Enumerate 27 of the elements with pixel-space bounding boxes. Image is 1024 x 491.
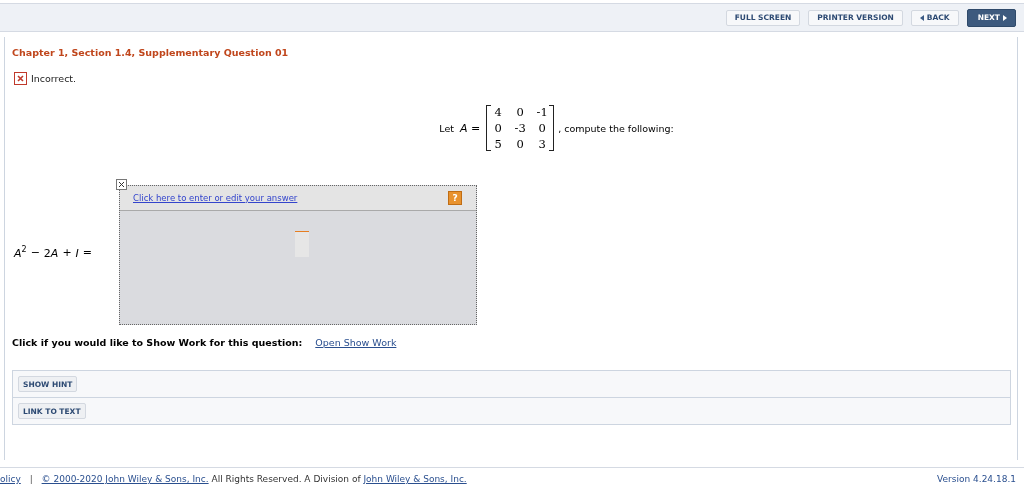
matrix-entry: -3 (513, 121, 527, 135)
footer-link[interactable]: John Wiley & Sons, Inc. (363, 474, 467, 484)
question-title: Chapter 1, Section 1.4, Supplementary Question 01 (12, 47, 290, 58)
matrix-entry: 0 (515, 105, 525, 119)
prompt-text: Let (439, 122, 454, 134)
show-work-label: Click if you would like to Show Work for this question: (12, 337, 303, 348)
edit-answer-link[interactable]: Click here to enter or edit your answer (133, 193, 298, 203)
footer-link[interactable]: olicy (0, 474, 21, 484)
footer-link[interactable]: © 2000-2020 John Wiley & Sons, Inc. (41, 474, 209, 484)
result-text: Incorrect. (31, 73, 77, 84)
right-triangle-icon (1003, 14, 1007, 21)
open-show-work-link[interactable]: Open Show Work (315, 337, 397, 348)
matrix-entry: 3 (537, 137, 547, 151)
version-text: Version 4.24.18.1 (937, 474, 1016, 484)
copyright-text: olicy | © 2000-2020 John Wiley & Sons, Inc. All Rights Reserved. A Division of John Wiley & Sons, Inc. (0, 474, 467, 484)
matrix-entry: 0 (537, 121, 547, 135)
matrix-variable: A = (459, 121, 481, 135)
close-icon[interactable] (116, 179, 127, 190)
answer-input[interactable] (295, 231, 309, 257)
matrix-entry: 0 (493, 121, 503, 135)
matrix-entry: 5 (493, 137, 503, 151)
matrix-entry: 0 (515, 137, 525, 151)
matrix-entry: 4 (493, 105, 503, 119)
matrix-entry: -1 (535, 105, 549, 119)
prompt-text: , compute the following: (558, 122, 674, 134)
left-triangle-icon (919, 14, 924, 21)
expression: A$^{2}$ − 2A + I = (12, 244, 94, 260)
